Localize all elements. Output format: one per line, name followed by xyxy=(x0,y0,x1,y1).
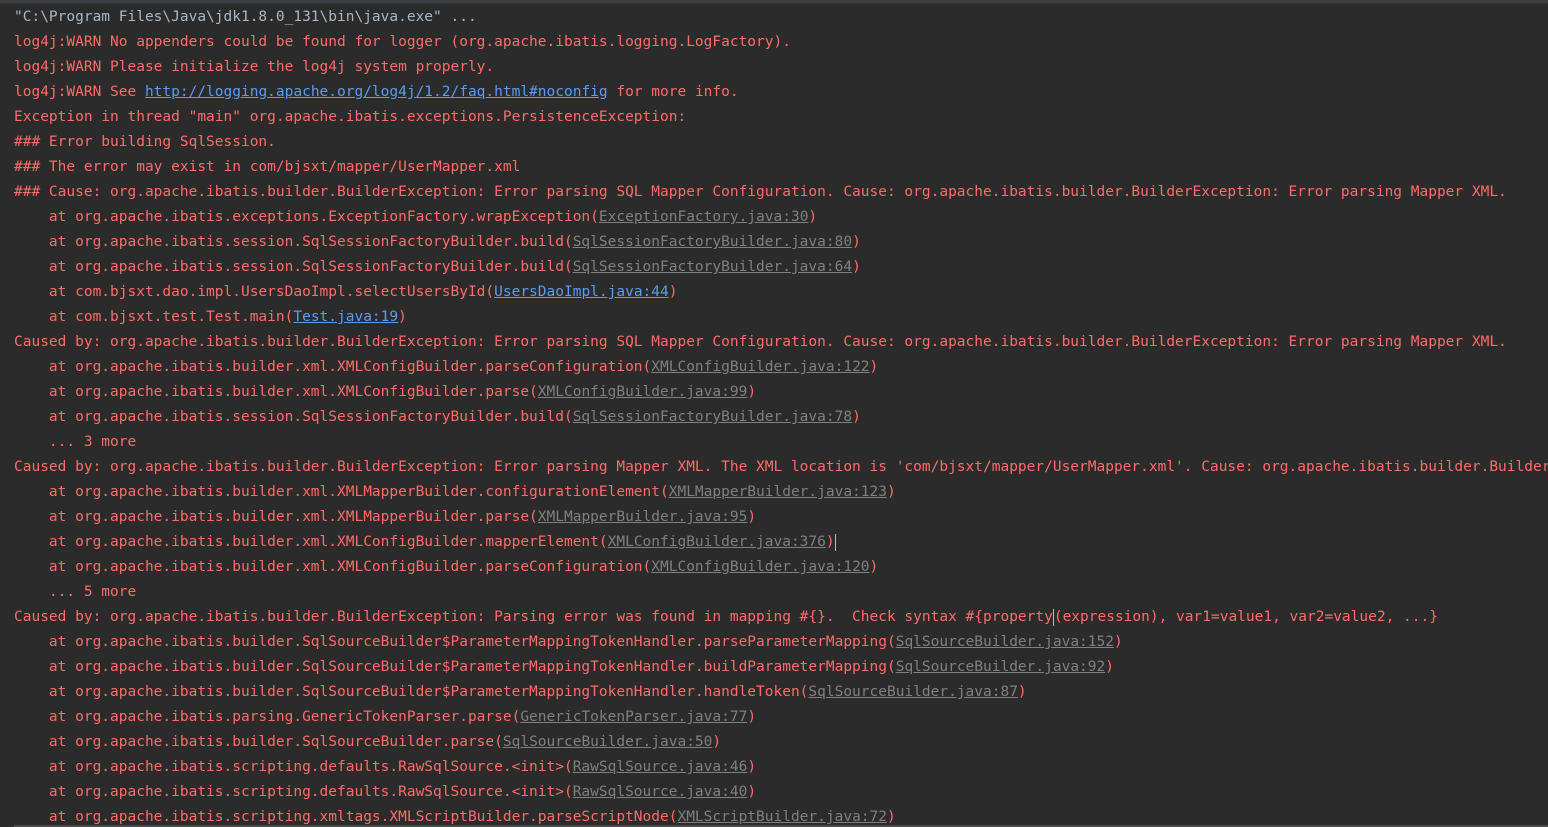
stack-frame-method: at org.apache.ibatis.builder.xml.XMLMapp… xyxy=(14,484,669,500)
source-link[interactable]: ExceptionFactory.java:30 xyxy=(599,209,809,225)
stack-frame-method: at org.apache.ibatis.session.SqlSessionF… xyxy=(14,234,573,250)
stack-frame-method: at org.apache.ibatis.session.SqlSessionF… xyxy=(14,259,573,275)
stack-frame: at org.apache.ibatis.session.SqlSessionF… xyxy=(14,259,861,275)
source-link[interactable]: SqlSourceBuilder.java:87 xyxy=(808,684,1018,700)
stack-frame-method: at org.apache.ibatis.builder.xml.XMLMapp… xyxy=(14,509,538,525)
caused-by-line: Caused by: org.apache.ibatis.builder.Bui… xyxy=(14,605,1438,630)
stack-frame-method: at org.apache.ibatis.parsing.GenericToke… xyxy=(14,709,521,725)
stack-frame-method: at org.apache.ibatis.builder.xml.XMLConf… xyxy=(14,359,652,375)
source-link[interactable]: GenericTokenParser.java:77 xyxy=(520,709,747,725)
source-link[interactable]: XMLMapperBuilder.java:123 xyxy=(669,484,887,500)
caused-by-prefix: Caused by: org.apache.ibatis.builder.Bui… xyxy=(14,609,1053,625)
stack-frame: at org.apache.ibatis.scripting.defaults.… xyxy=(14,784,757,800)
source-link[interactable]: XMLConfigBuilder.java:99 xyxy=(538,384,748,400)
source-link[interactable]: UsersDaoImpl.java:44 xyxy=(494,284,669,300)
stack-frame-method: at org.apache.ibatis.builder.SqlSourceBu… xyxy=(14,659,896,675)
stack-frame-method: at org.apache.ibatis.builder.xml.XMLConf… xyxy=(14,384,538,400)
source-link[interactable]: SqlSourceBuilder.java:92 xyxy=(896,659,1106,675)
exception-header: Exception in thread "main" org.apache.ib… xyxy=(14,109,695,125)
stack-frame: at com.bjsxt.dao.impl.UsersDaoImpl.selec… xyxy=(14,284,678,300)
source-link[interactable]: SqlSourceBuilder.java:152 xyxy=(896,634,1114,650)
console-output[interactable]: "C:\Program Files\Java\jdk1.8.0_131\bin\… xyxy=(0,3,1548,827)
stack-frame: at org.apache.ibatis.exceptions.Exceptio… xyxy=(14,209,818,225)
stack-frame-method: at org.apache.ibatis.builder.SqlSourceBu… xyxy=(14,734,503,750)
stack-frame: at org.apache.ibatis.scripting.defaults.… xyxy=(14,759,757,775)
source-link[interactable]: RawSqlSource.java:46 xyxy=(573,759,748,775)
stack-frame-method: at org.apache.ibatis.scripting.defaults.… xyxy=(14,784,573,800)
stack-frame-method: at org.apache.ibatis.builder.SqlSourceBu… xyxy=(14,684,809,700)
stack-frame: at com.bjsxt.test.Test.main(Test.java:19… xyxy=(14,309,407,325)
log-warn-line: log4j:WARN Please initialize the log4j s… xyxy=(14,59,495,75)
source-link[interactable]: SqlSourceBuilder.java:50 xyxy=(503,734,713,750)
source-link[interactable]: Test.java:19 xyxy=(293,309,398,325)
log-warn-prefix: log4j:WARN See xyxy=(14,84,145,100)
stack-frame: at org.apache.ibatis.builder.xml.XMLConf… xyxy=(14,559,879,575)
stack-frame-method: at org.apache.ibatis.builder.xml.XMLConf… xyxy=(14,559,652,575)
stack-frame: at org.apache.ibatis.builder.SqlSourceBu… xyxy=(14,634,1123,650)
stack-frame: at org.apache.ibatis.session.SqlSessionF… xyxy=(14,234,861,250)
more-frames-line: ... 3 more xyxy=(14,434,137,450)
stack-frame-method: at com.bjsxt.dao.impl.UsersDaoImpl.selec… xyxy=(14,284,495,300)
stack-frame: at org.apache.ibatis.scripting.xmltags.X… xyxy=(14,809,896,825)
faq-link[interactable]: http://logging.apache.org/log4j/1.2/faq.… xyxy=(145,84,608,100)
stack-frame: at org.apache.ibatis.builder.SqlSourceBu… xyxy=(14,684,1027,700)
command-line: "C:\Program Files\Java\jdk1.8.0_131\bin\… xyxy=(14,9,477,25)
stack-frame: at org.apache.ibatis.builder.xml.XMLConf… xyxy=(14,384,757,400)
text-cursor xyxy=(834,533,836,551)
stack-frame: at org.apache.ibatis.parsing.GenericToke… xyxy=(14,709,757,725)
log-warn-suffix: for more info. xyxy=(607,84,739,100)
stack-frame-method: at org.apache.ibatis.session.SqlSessionF… xyxy=(14,409,573,425)
caused-by-line: Caused by: org.apache.ibatis.builder.Bui… xyxy=(14,459,1548,475)
caused-by-line: Caused by: org.apache.ibatis.builder.Bui… xyxy=(14,334,1507,350)
source-link[interactable]: SqlSessionFactoryBuilder.java:80 xyxy=(573,234,852,250)
stack-frame: at org.apache.ibatis.builder.xml.XMLMapp… xyxy=(14,484,896,500)
stack-frame: at org.apache.ibatis.builder.SqlSourceBu… xyxy=(14,659,1114,675)
stack-frame: at org.apache.ibatis.session.SqlSessionF… xyxy=(14,409,861,425)
stack-frame: at org.apache.ibatis.builder.xml.XMLMapp… xyxy=(14,509,757,525)
error-cause-line: ### Cause: org.apache.ibatis.builder.Bui… xyxy=(14,184,1507,200)
source-link[interactable]: SqlSessionFactoryBuilder.java:78 xyxy=(573,409,852,425)
stack-frame-method: at org.apache.ibatis.builder.SqlSourceBu… xyxy=(14,634,896,650)
stack-frame: at org.apache.ibatis.builder.xml.XMLConf… xyxy=(14,533,836,551)
stack-frame-method: at com.bjsxt.test.Test.main( xyxy=(14,309,294,325)
stack-frame: at org.apache.ibatis.builder.SqlSourceBu… xyxy=(14,734,722,750)
source-link[interactable]: XMLConfigBuilder.java:120 xyxy=(651,559,869,575)
source-link[interactable]: SqlSessionFactoryBuilder.java:64 xyxy=(573,259,852,275)
log-warn-line: log4j:WARN No appenders could be found f… xyxy=(14,34,791,50)
stack-frame-method: at org.apache.ibatis.scripting.xmltags.X… xyxy=(14,809,678,825)
source-link[interactable]: XMLMapperBuilder.java:95 xyxy=(538,509,748,525)
error-message-line: ### Error building SqlSession. xyxy=(14,134,276,150)
source-link[interactable]: XMLScriptBuilder.java:72 xyxy=(677,809,887,825)
source-link[interactable]: RawSqlSource.java:40 xyxy=(573,784,748,800)
stack-frame-method: at org.apache.ibatis.scripting.defaults.… xyxy=(14,759,573,775)
error-message-line: ### The error may exist in com/bjsxt/map… xyxy=(14,159,521,175)
source-link[interactable]: XMLConfigBuilder.java:376 xyxy=(608,534,826,550)
source-link[interactable]: XMLConfigBuilder.java:122 xyxy=(651,359,869,375)
log-warn-line: log4j:WARN See http://logging.apache.org… xyxy=(14,80,739,105)
more-frames-line: ... 5 more xyxy=(14,584,137,600)
stack-frame-method: at org.apache.ibatis.exceptions.Exceptio… xyxy=(14,209,599,225)
caused-by-suffix: (expression), var1=value1, var2=value2, … xyxy=(1053,609,1438,625)
stack-frame: at org.apache.ibatis.builder.xml.XMLConf… xyxy=(14,359,879,375)
stack-frame-method: at org.apache.ibatis.builder.xml.XMLConf… xyxy=(14,534,608,550)
